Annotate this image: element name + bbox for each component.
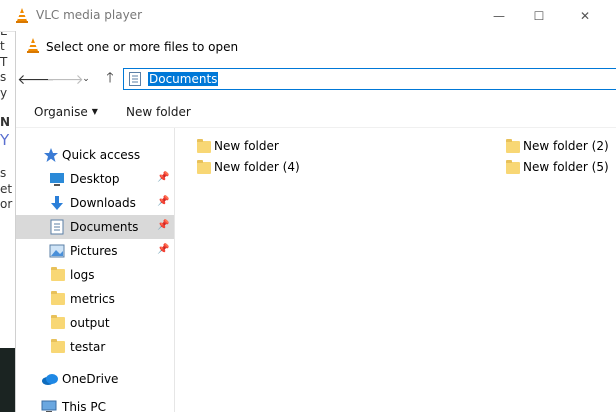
file-item[interactable]: New folder: [197, 137, 357, 157]
new-folder-label: New folder: [126, 105, 191, 119]
back-button[interactable]: 🡐: [17, 68, 55, 90]
up-button[interactable]: 🡑: [99, 68, 121, 90]
open-file-dialog: Select one or more files to open 🡐 🡒 ⌄ 🡑: [15, 31, 616, 412]
nav-item-label: testar: [70, 340, 106, 354]
file-list: New folder New folder (2) New folder (4)…: [175, 128, 616, 412]
nav-item-label: Desktop: [70, 172, 120, 186]
file-item[interactable]: New folder (4): [197, 158, 357, 178]
address-bar[interactable]: Documents: [123, 68, 616, 90]
nav-item-label: Pictures: [70, 244, 118, 258]
pictures-icon: [49, 243, 65, 259]
forward-button[interactable]: 🡒: [46, 68, 84, 90]
caret-down-icon: ▼: [91, 107, 98, 116]
nav-item-documents[interactable]: Documents 📌: [16, 215, 174, 239]
maximize-icon: ☐: [533, 8, 545, 23]
nav-item-label: Downloads: [70, 196, 136, 210]
nav-item-quick-access[interactable]: Quick access: [16, 143, 174, 167]
cloud-icon: [41, 371, 58, 387]
folder-icon: [197, 160, 211, 174]
command-bar: Organise ▼ New folder: [16, 97, 616, 128]
documents-icon: [50, 219, 66, 235]
vlc-window-title: VLC media player: [36, 8, 143, 22]
dialog-title: Select one or more files to open: [46, 40, 239, 54]
pin-icon: 📌: [157, 244, 170, 255]
nav-item-downloads[interactable]: Downloads 📌: [16, 191, 174, 215]
nav-item-output[interactable]: output: [16, 311, 174, 335]
nav-item-this-pc[interactable]: This PC: [16, 395, 174, 412]
file-name: New folder (5): [523, 160, 609, 174]
documents-icon: [129, 72, 141, 89]
dialog-titlebar: Select one or more files to open: [16, 31, 616, 62]
chevron-down-icon: ⌄: [82, 74, 90, 84]
file-name: New folder: [214, 139, 279, 153]
star-icon: [43, 147, 59, 163]
new-folder-button[interactable]: New folder: [126, 105, 191, 119]
folder-icon: [506, 139, 520, 153]
nav-item-logs[interactable]: logs: [16, 263, 174, 287]
arrow-up-icon: 🡑: [106, 70, 114, 86]
file-name: New folder (4): [214, 160, 300, 174]
nav-item-label: metrics: [70, 292, 115, 306]
close-button[interactable]: ✕: [562, 0, 608, 31]
organise-button[interactable]: Organise ▼: [34, 105, 98, 119]
computer-icon: [41, 399, 57, 412]
file-name: New folder (2): [523, 139, 609, 153]
vlc-titlebar: VLC media player — ☐ ✕: [0, 0, 616, 32]
recent-locations-button[interactable]: ⌄: [79, 68, 93, 90]
nav-item-label: logs: [70, 268, 95, 282]
navigation-bar: 🡐 🡒 ⌄ 🡑 Documents: [16, 64, 616, 94]
nav-item-label: OneDrive: [62, 372, 119, 386]
folder-icon: [51, 291, 67, 307]
pin-icon: 📌: [157, 220, 170, 231]
organise-label: Organise: [34, 105, 88, 119]
nav-item-desktop[interactable]: Desktop 📌: [16, 167, 174, 191]
file-item[interactable]: New folder (2): [506, 137, 616, 157]
nav-item-testar[interactable]: testar: [16, 335, 174, 359]
nav-item-label: Quick access: [62, 148, 141, 162]
nav-item-onedrive[interactable]: OneDrive: [16, 367, 174, 391]
vlc-window: VLC media player — ☐ ✕ Select one or mor…: [0, 0, 616, 412]
vlc-cone-icon: [15, 8, 29, 26]
maximize-button[interactable]: ☐: [516, 0, 562, 31]
vlc-cone-icon: [26, 38, 40, 56]
pin-icon: 📌: [157, 196, 170, 207]
close-icon: ✕: [579, 8, 591, 23]
folder-icon: [51, 339, 67, 355]
file-item[interactable]: New folder (5): [506, 158, 616, 178]
folder-icon: [506, 160, 520, 174]
folder-icon: [51, 315, 67, 331]
pin-icon: 📌: [157, 172, 170, 183]
nav-item-pictures[interactable]: Pictures 📌: [16, 239, 174, 263]
navigation-pane: Quick access Desktop 📌 Downloads 📌 Docum…: [16, 128, 175, 412]
folder-icon: [197, 139, 211, 153]
download-icon: [49, 195, 65, 211]
desktop-icon: [49, 171, 65, 187]
minimize-icon: —: [493, 8, 505, 23]
nav-item-label: output: [70, 316, 110, 330]
nav-item-label: This PC: [62, 400, 106, 412]
folder-icon: [51, 267, 67, 283]
nav-item-label: Documents: [70, 220, 139, 234]
nav-item-metrics[interactable]: metrics: [16, 287, 174, 311]
address-value: Documents: [148, 72, 219, 86]
